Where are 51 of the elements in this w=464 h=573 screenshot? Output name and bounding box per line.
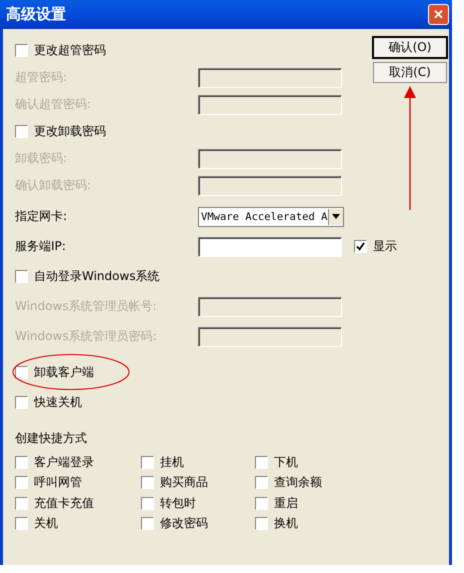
checkbox-label[interactable]: 显示 (373, 238, 397, 255)
dialog-button[interactable]: 取消(C) (373, 62, 447, 83)
field-label: 服务端IP: (15, 238, 67, 255)
checkbox-label[interactable]: 转包时 (160, 494, 196, 512)
checkbox[interactable] (15, 44, 28, 57)
field-label: 确认超管密码: (15, 96, 92, 113)
input-field[interactable] (198, 236, 342, 256)
checkbox[interactable] (255, 456, 268, 469)
checkbox[interactable] (141, 476, 154, 490)
checkbox[interactable] (255, 517, 268, 530)
checkbox-label[interactable]: 关机 (34, 515, 58, 532)
checkbox[interactable] (15, 496, 28, 510)
checkbox-label[interactable]: 修改密码 (160, 515, 208, 532)
checkbox[interactable] (15, 456, 28, 469)
checkbox[interactable] (141, 456, 154, 469)
field-label: 卸载密码: (15, 150, 68, 167)
checkbox[interactable] (255, 476, 268, 490)
checkbox-label[interactable]: 快速关机 (34, 394, 82, 411)
checkbox-label[interactable]: 更改超管密码 (34, 42, 106, 59)
checkbox-label[interactable]: 挂机 (160, 454, 184, 471)
checkbox[interactable] (141, 517, 154, 530)
dropdown-arrow-icon (332, 214, 340, 219)
checkbox[interactable] (354, 240, 367, 253)
checkbox[interactable] (15, 366, 28, 379)
checkbox-label[interactable]: 充值卡充值 (34, 494, 94, 512)
checkbox-label[interactable]: 换机 (274, 515, 298, 532)
checkbox-label[interactable]: 自动登录Windows系统 (34, 268, 160, 285)
checkbox[interactable] (15, 517, 28, 530)
section-heading: 创建快捷方式 (15, 430, 88, 447)
dropdown[interactable]: VMware Accelerated A (198, 206, 344, 226)
field-label: 超管密码: (15, 69, 68, 86)
checkbox[interactable] (15, 396, 28, 409)
field-label: 确认卸载密码: (15, 177, 92, 194)
checkbox[interactable] (15, 476, 28, 490)
checkbox-label[interactable]: 呼叫网管 (34, 474, 82, 492)
field-label: Windows系统管理员密码: (15, 328, 158, 345)
dialog-button[interactable]: 确认(O) (373, 37, 447, 58)
checkbox-label[interactable]: 客户端登录 (34, 454, 94, 471)
checkbox[interactable] (141, 496, 154, 510)
field-label: 指定网卡: (15, 208, 68, 225)
checkbox[interactable] (15, 270, 28, 283)
close-button[interactable]: ✕ (428, 4, 449, 25)
checkbox-label[interactable]: 购买商品 (160, 474, 208, 492)
checkbox[interactable] (15, 125, 28, 138)
checkbox[interactable] (255, 496, 268, 510)
checkbox-label[interactable]: 重启 (274, 494, 298, 512)
checkbox-label[interactable]: 更改卸载密码 (34, 123, 106, 140)
checkbox-label[interactable]: 下机 (274, 454, 298, 471)
field-label: Windows系统管理员帐号: (15, 298, 158, 315)
window-title: 高级设置 (6, 5, 66, 24)
checkbox-label[interactable]: 查询余额 (274, 474, 322, 492)
